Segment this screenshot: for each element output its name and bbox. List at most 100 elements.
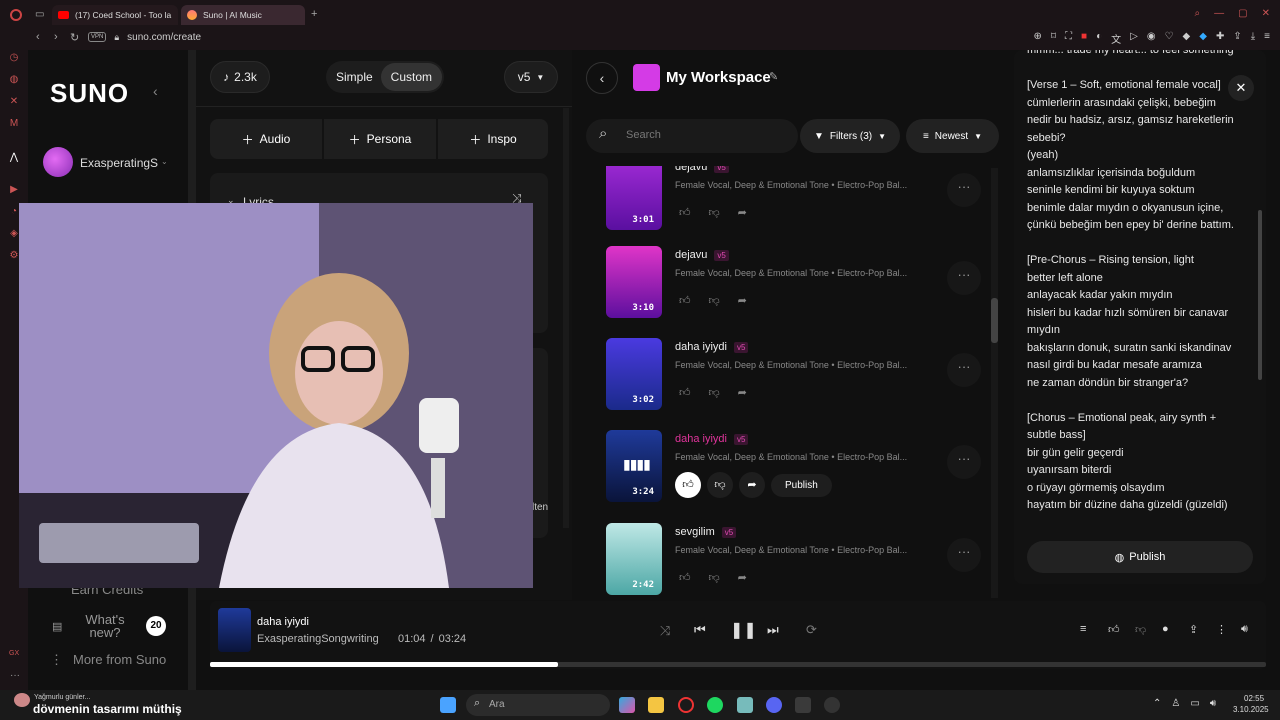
snapshot-icon[interactable]: ⌑ [1051,31,1056,46]
close-window-icon[interactable]: ✕ [1262,8,1270,19]
copilot-icon[interactable] [619,697,635,713]
create-scrollbar[interactable] [563,108,569,528]
mode-simple-button[interactable]: Simple [328,70,381,84]
like-icon[interactable]: 👍︎ [679,386,691,399]
share-icon[interactable]: ➦ [739,472,765,498]
maximize-icon[interactable]: ▢ [1238,8,1247,19]
share-icon[interactable]: ➦ [738,571,747,584]
search-input[interactable]: ⌕ Search [586,119,798,153]
opera-icon[interactable] [678,697,694,713]
song-title[interactable]: daha iyiydi [675,341,727,353]
dislike-icon[interactable]: 👎︎ [709,206,720,219]
search-tabs-icon[interactable]: ⌕ [1195,8,1201,19]
zoom-icon[interactable]: ⊕ [1034,31,1042,46]
extension-icon[interactable]: ◐ [1096,31,1102,46]
avatar[interactable] [43,147,73,177]
share-icon[interactable]: ⇪ [1233,31,1241,46]
add-inspo-button[interactable]: ＋ Inspo [438,119,548,159]
mic-icon[interactable]: ♙ [1171,698,1180,709]
edit-pencil-icon[interactable]: ✎ [769,70,778,83]
list-item[interactable]: 3:02 daha iyiydi v5 Female Vocal, Deep & … [606,338,996,418]
credits-pill[interactable]: ♪ 2.3k [210,61,270,93]
song-more-button[interactable]: ··· [947,261,981,295]
windows-start-icon[interactable] [440,697,456,713]
tab-suno[interactable]: Suno | AI Music [181,5,305,25]
menu-icon[interactable]: ≡ [1264,31,1270,46]
song-title[interactable]: daha iyiydi [675,433,727,445]
tab-overview-icon[interactable]: ▭ [35,9,44,20]
clock-date[interactable]: 3.10.2025 [1233,705,1269,714]
song-title[interactable]: sevgilim [675,526,715,538]
dislike-icon[interactable]: 👎︎ [709,571,720,584]
publish-button[interactable]: ◍ Publish [1027,541,1253,573]
shield-icon[interactable]: ■ [1081,31,1087,46]
song-cover[interactable]: 3:10 [606,246,662,318]
dislike-icon[interactable]: 👎︎ [707,472,733,498]
back-icon[interactable]: ‹ [36,31,40,43]
share-icon[interactable]: ➦ [738,294,747,307]
volume-icon[interactable]: 🔊︎ [1210,698,1216,709]
progress-track[interactable] [210,662,1266,667]
spotify-icon[interactable] [707,697,723,713]
share-icon[interactable]: ➦ [738,386,747,399]
song-more-button[interactable]: ··· [947,445,981,479]
list-item[interactable]: 3:10 dejavu v5 Female Vocal, Deep & Emoti… [606,246,996,326]
translate-icon[interactable]: 文 [1111,31,1121,46]
shuffle-icon[interactable]: ⤨ [660,623,670,639]
lyrics-scrollbar[interactable] [1258,210,1262,380]
player-artist[interactable]: ExasperatingSongwriting [257,633,384,645]
publish-button[interactable]: Publish [771,473,832,497]
song-more-button[interactable]: ··· [947,173,981,207]
obs-icon[interactable] [824,697,840,713]
player-cover[interactable] [218,608,251,652]
repeat-icon[interactable]: ⟳ [806,622,817,638]
sidebar-app-1-icon[interactable]: ◷ [0,52,28,74]
share-icon[interactable]: ⇪ [1189,623,1198,636]
sidebar-gx-icon[interactable]: GX [9,650,19,657]
list-item[interactable]: ▮▮▮▮ 3:24 daha iyiydi v5 Female Vocal, Dee… [606,430,996,510]
comment-icon[interactable]: ● [1162,623,1169,635]
list-item[interactable]: 3:01 dejavu v5 Female Vocal, Deep & Emoti… [606,166,996,238]
next-icon[interactable]: ⏭︎ [767,622,779,638]
sidebar-app-2-icon[interactable]: ◍ [0,74,28,96]
like-icon[interactable]: 👍︎ [1108,623,1120,636]
address-bar[interactable]: VPN 🔒︎ suno.com/create [88,29,201,45]
queue-icon[interactable]: ≡ [1080,623,1086,635]
dislike-icon[interactable]: 👎︎ [709,386,720,399]
filters-button[interactable]: ▼ Filters (3) ▼ [800,119,900,153]
forward-icon[interactable]: › [54,31,58,43]
previous-icon[interactable]: ⏮︎ [694,622,706,638]
mode-custom-button[interactable]: Custom [380,63,443,91]
song-cover[interactable]: ▮▮▮▮ 3:24 [606,430,662,502]
screenshot-icon[interactable]: ⛶ [1065,31,1072,46]
model-select[interactable]: v5 ▼ [504,61,558,93]
opera-logo-icon[interactable] [10,9,22,21]
file-explorer-icon[interactable] [648,697,664,713]
collapse-sidebar-icon[interactable]: ‹ [153,83,158,99]
camera-icon[interactable]: ◉ [1147,31,1156,46]
new-tab-button[interactable]: + [311,8,317,20]
pause-icon[interactable]: ❚❚ [730,620,757,640]
minimize-icon[interactable]: — [1214,8,1224,19]
vpn-badge[interactable]: VPN [88,32,107,42]
back-button[interactable]: ‹ [586,62,618,94]
player-title[interactable]: daha iyiydi [257,616,309,628]
sidebar-app-5-icon[interactable]: ⋀ [0,152,28,174]
add-persona-button[interactable]: ＋ Persona [324,119,436,159]
dislike-icon[interactable]: 👎︎ [1135,623,1146,636]
send-icon[interactable]: ▷ [1130,31,1138,46]
sort-button[interactable]: ≡ Newest ▼ [906,119,999,153]
chevron-up-icon[interactable]: ⌃ [1153,698,1161,709]
list-item[interactable]: 2:42 sevgilim v5 Female Vocal, Deep & Emo… [606,523,996,596]
monitor-icon[interactable]: ▭ [1190,698,1199,709]
app-icon[interactable] [737,697,753,713]
sidebar-item-whats-new[interactable]: ▤ What's new? 20 [50,613,170,643]
like-icon[interactable]: 👍︎ [679,294,691,307]
user-menu-icon[interactable]: ⌄ [161,157,168,166]
song-more-button[interactable]: ··· [947,353,981,387]
editor-icon[interactable] [795,697,811,713]
puzzle-icon[interactable]: ✚ [1216,31,1224,46]
ext-1-icon[interactable]: ◆ [1183,31,1191,46]
sidebar-app-3-icon[interactable]: ✕ [0,96,28,118]
share-icon[interactable]: ➦ [738,206,747,219]
